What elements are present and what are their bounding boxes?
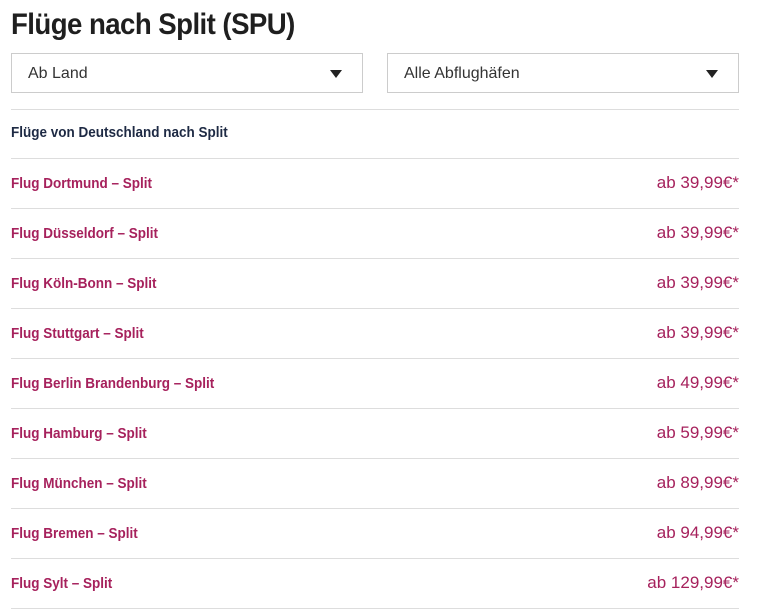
- flight-route-link[interactable]: Flug Dortmund – Split: [11, 175, 152, 192]
- flight-price: ab 39,99€*: [656, 323, 739, 342]
- flight-price: ab 89,99€*: [656, 473, 739, 492]
- flight-row[interactable]: Flug Köln-Bonn – Split ab 39,99€*: [11, 258, 739, 308]
- airport-select[interactable]: Alle Abflughäfen: [387, 53, 739, 93]
- chevron-down-icon: [706, 70, 718, 78]
- flight-row[interactable]: Flug München – Split ab 89,99€*: [11, 458, 739, 508]
- country-select[interactable]: Ab Land: [11, 53, 363, 93]
- divider: [11, 109, 739, 110]
- flight-route-link[interactable]: Flug München – Split: [11, 475, 147, 492]
- page-title: Flüge nach Split (SPU): [11, 8, 295, 41]
- flight-route-link[interactable]: Flug Bremen – Split: [11, 525, 138, 542]
- flight-route-link[interactable]: Flug Sylt – Split: [11, 575, 112, 592]
- chevron-down-icon: [330, 70, 342, 78]
- flight-price: ab 94,99€*: [656, 523, 739, 542]
- flight-price: ab 59,99€*: [656, 423, 739, 442]
- flight-route-link[interactable]: Flug Stuttgart – Split: [11, 325, 144, 342]
- flight-row[interactable]: Flug Hamburg – Split ab 59,99€*: [11, 408, 739, 458]
- flight-price: ab 39,99€*: [656, 223, 739, 242]
- flight-price: ab 39,99€*: [656, 173, 739, 192]
- flight-route-link[interactable]: Flug Düsseldorf – Split: [11, 225, 158, 242]
- flight-list: Flug Dortmund – Split ab 39,99€* Flug Düss…: [11, 158, 739, 609]
- flight-route-link[interactable]: Flug Berlin Brandenburg – Split: [11, 375, 214, 392]
- flight-price: ab 49,99€*: [656, 373, 739, 392]
- flight-row[interactable]: Flug Bremen – Split ab 94,99€*: [11, 508, 739, 558]
- flight-row[interactable]: Flug Sylt – Split ab 129,99€*: [11, 558, 739, 609]
- flight-route-link[interactable]: Flug Köln-Bonn – Split: [11, 275, 156, 292]
- section-heading: Flüge von Deutschland nach Split: [11, 124, 228, 141]
- flight-row[interactable]: Flug Düsseldorf – Split ab 39,99€*: [11, 208, 739, 258]
- filter-bar: Ab Land Alle Abflughäfen: [11, 53, 739, 93]
- flight-row[interactable]: Flug Berlin Brandenburg – Split ab 49,99€…: [11, 358, 739, 408]
- flight-route-link[interactable]: Flug Hamburg – Split: [11, 425, 147, 442]
- flight-row[interactable]: Flug Stuttgart – Split ab 39,99€*: [11, 308, 739, 358]
- flight-price: ab 129,99€*: [647, 573, 739, 592]
- country-select-value: Ab Land: [28, 65, 88, 82]
- flight-price: ab 39,99€*: [656, 273, 739, 292]
- flight-row[interactable]: Flug Dortmund – Split ab 39,99€*: [11, 158, 739, 208]
- airport-select-value: Alle Abflughäfen: [404, 65, 520, 82]
